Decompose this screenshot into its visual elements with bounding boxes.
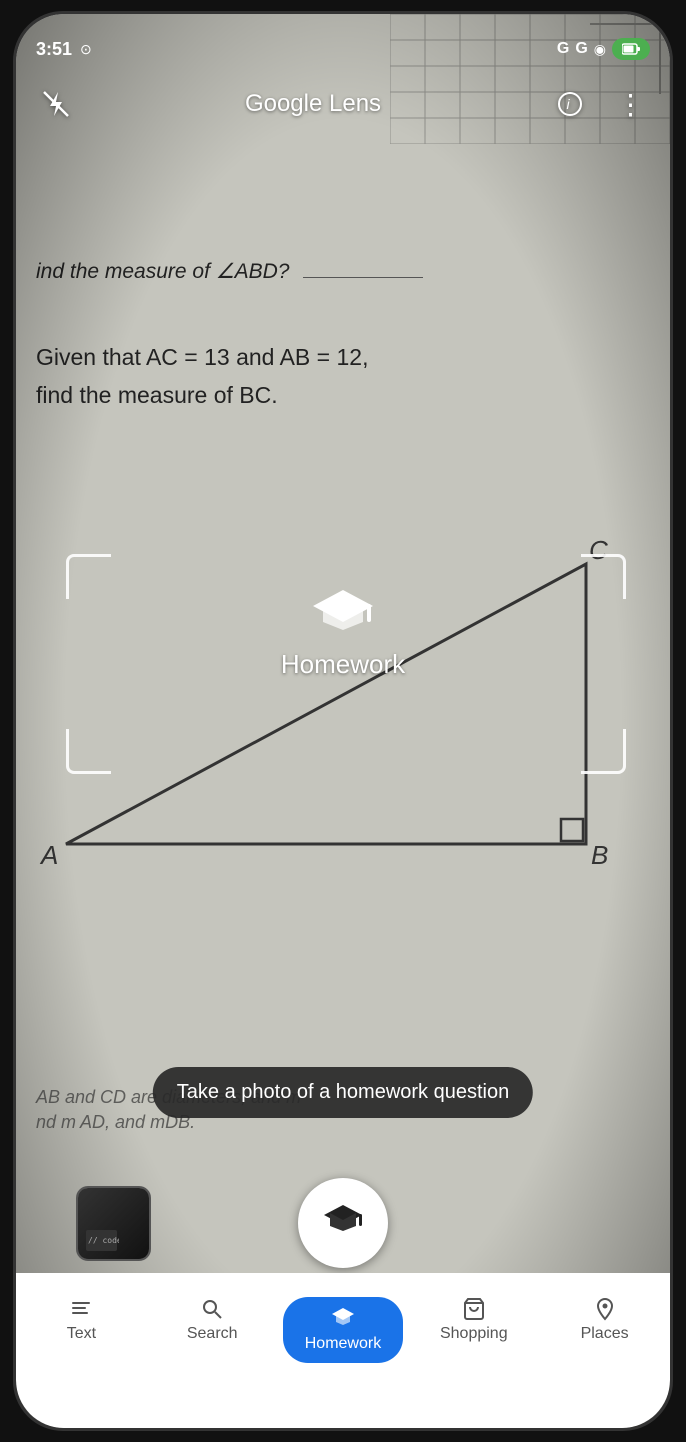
tab-shopping-label: Shopping — [440, 1325, 508, 1343]
status-left: 3:51 ⊙ — [36, 39, 92, 60]
status-right: G G ◉ — [557, 38, 650, 60]
tab-text-label: Text — [67, 1325, 96, 1343]
signal-icon: ◉ — [594, 41, 606, 58]
paper-line3: find the measure of BC. — [36, 382, 278, 408]
paper-line1: ind the measure of ∠ABD? — [36, 260, 289, 283]
bottom-tabs: Text Search Homework — [16, 1273, 670, 1428]
svg-text:A: A — [39, 840, 58, 870]
svg-text:i: i — [566, 96, 570, 112]
screen: ind the measure of ∠ABD? Given that AC =… — [16, 14, 670, 1428]
phone-frame: ind the measure of ∠ABD? Given that AC =… — [13, 11, 673, 1431]
g-icon-2: G — [575, 40, 587, 58]
shutter-button[interactable] — [298, 1178, 388, 1268]
more-options-button[interactable]: ⋮ — [610, 84, 650, 124]
homework-label-overlay: Homework — [281, 649, 405, 680]
tab-places[interactable]: Places — [539, 1289, 670, 1351]
tab-shopping[interactable]: Shopping — [408, 1289, 539, 1351]
tab-homework-label: Homework — [305, 1335, 381, 1353]
toolbar-title: Google Lens — [245, 90, 381, 118]
homework-icon-large — [308, 584, 378, 639]
record-icon: ⊙ — [80, 41, 92, 58]
svg-text:B: B — [591, 840, 608, 870]
tooltip: Take a photo of a homework question — [153, 1067, 533, 1118]
tab-homework[interactable]: Homework — [278, 1289, 409, 1371]
flash-button[interactable] — [36, 84, 76, 124]
g-icon-1: G — [557, 40, 569, 58]
tooltip-text: Take a photo of a homework question — [177, 1081, 509, 1103]
svg-text:// code: // code — [88, 1236, 119, 1245]
tab-text[interactable]: Text — [16, 1289, 147, 1351]
status-time: 3:51 — [36, 39, 72, 60]
thumbnail-inner: // code — [78, 1188, 149, 1259]
svg-text:C: C — [589, 535, 608, 565]
tab-homework-pill: Homework — [283, 1297, 403, 1363]
tab-search[interactable]: Search — [147, 1289, 278, 1351]
toolbar-icons: i ⋮ — [550, 84, 650, 124]
paper-line2: Given that AC = 13 and AB = 12, — [36, 344, 368, 370]
battery-indicator — [612, 38, 650, 60]
gallery-thumbnail[interactable]: // code — [76, 1186, 151, 1261]
tab-search-label: Search — [187, 1325, 238, 1343]
tab-places-label: Places — [581, 1325, 629, 1343]
status-bar: 3:51 ⊙ G G ◉ — [16, 14, 670, 74]
info-button[interactable]: i — [550, 84, 590, 124]
homework-center: Homework — [16, 584, 670, 680]
shutter-icon — [322, 1202, 364, 1244]
toolbar: Google Lens i ⋮ — [16, 69, 670, 139]
triangle-diagram: A B C — [36, 504, 656, 884]
camera-controls: // code — [16, 1178, 670, 1268]
